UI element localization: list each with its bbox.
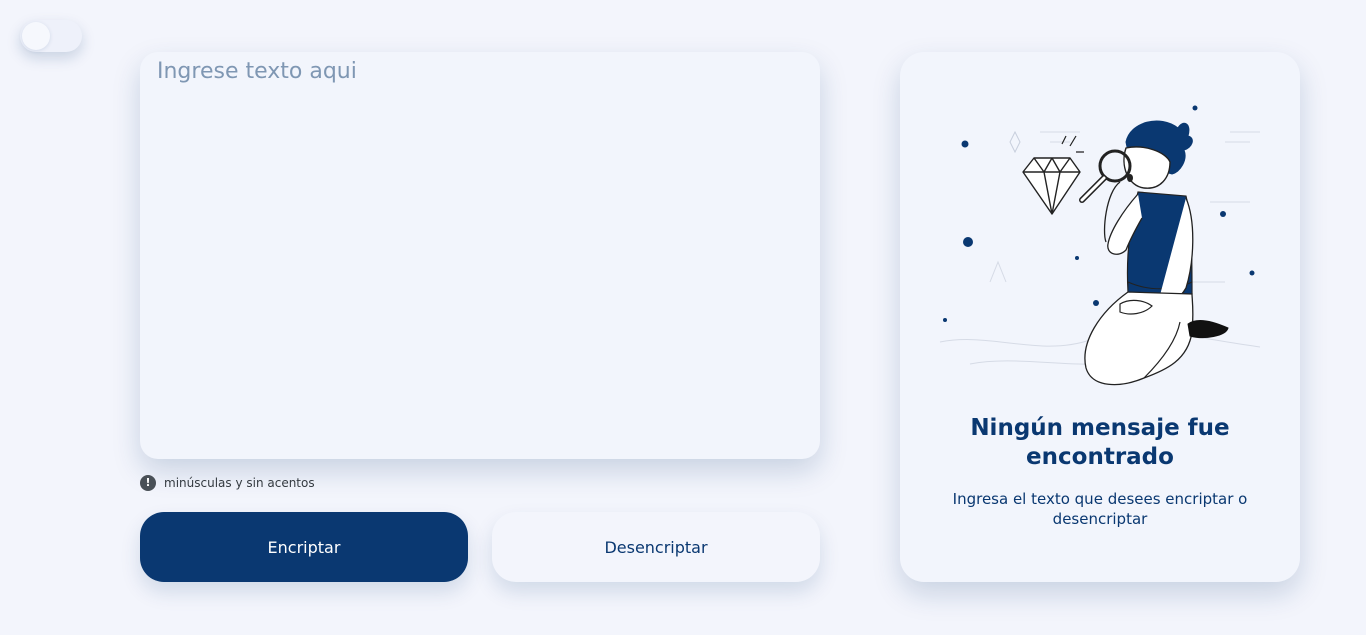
result-title: Ningún mensaje fue encontrado bbox=[970, 415, 1230, 470]
text-input-card bbox=[140, 52, 820, 459]
result-subtitle: Ingresa el texto que desees encriptar o … bbox=[952, 490, 1248, 528]
decrypt-button[interactable]: Desencriptar bbox=[492, 512, 820, 582]
result-panel: Ningún mensaje fue encontrado Ingresa el… bbox=[900, 52, 1300, 582]
empty-state-illustration bbox=[939, 105, 1261, 386]
toggle-knob bbox=[22, 22, 50, 50]
hint-text: minúsculas y sin acentos bbox=[164, 476, 315, 490]
encrypt-button[interactable]: Encriptar bbox=[140, 512, 468, 582]
theme-toggle[interactable] bbox=[20, 20, 82, 52]
exclamation-circle-icon: ! bbox=[140, 475, 156, 491]
message-input[interactable] bbox=[140, 52, 820, 459]
input-hint: ! minúsculas y sin acentos bbox=[140, 475, 315, 491]
